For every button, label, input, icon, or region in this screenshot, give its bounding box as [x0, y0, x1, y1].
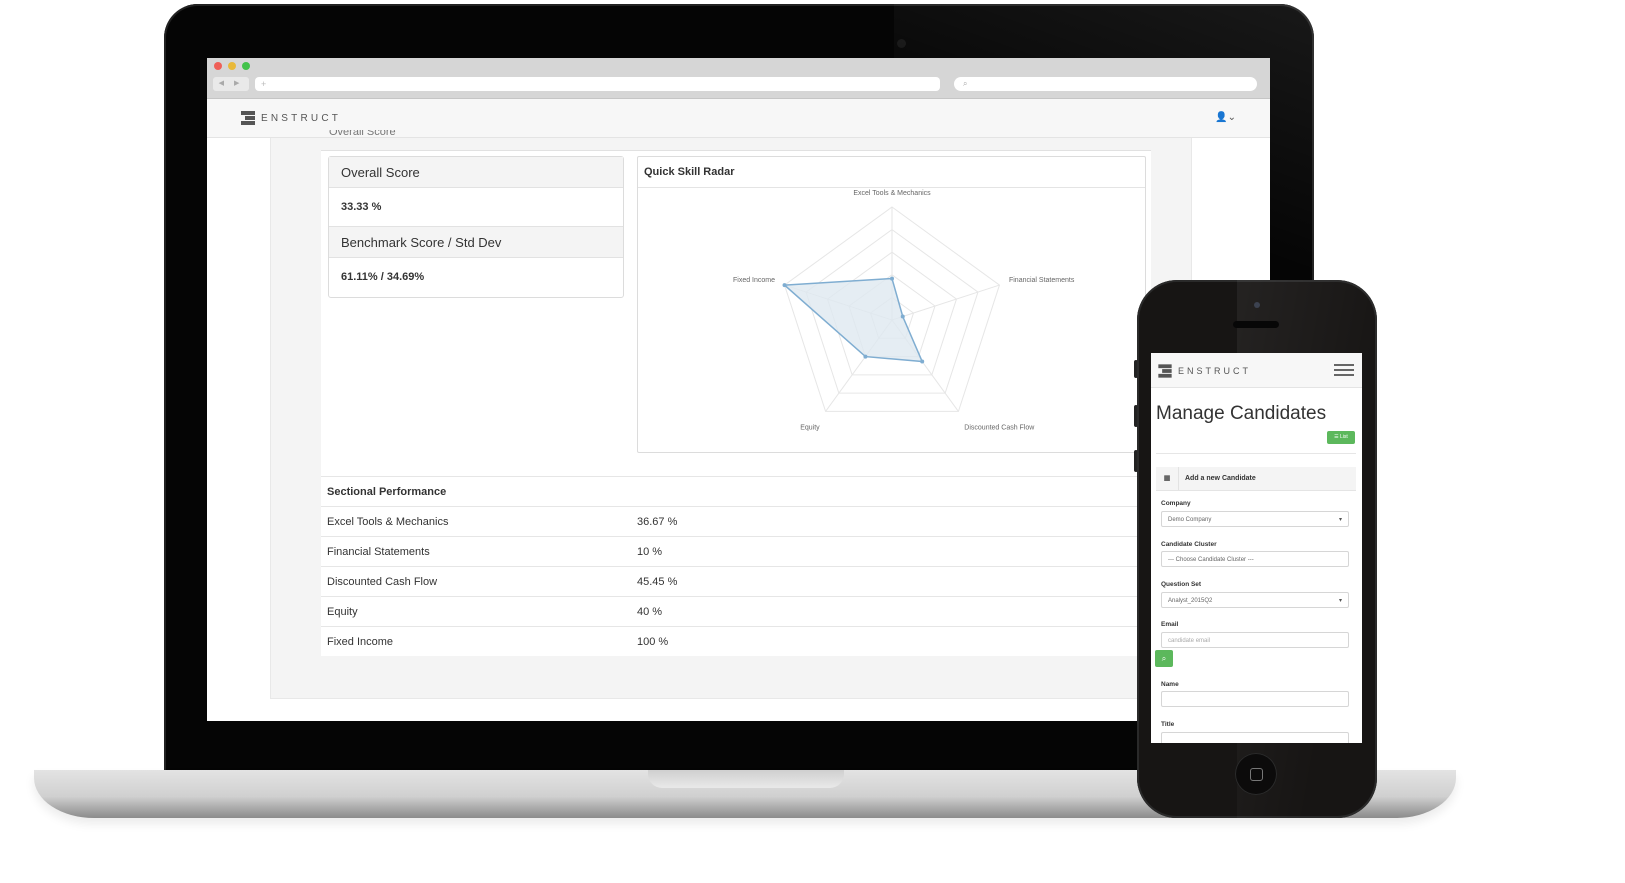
mobile-page-title: Manage Candidates [1156, 403, 1327, 424]
table-row: Discounted Cash Flow 45.45 % [321, 567, 1151, 597]
add-candidate-panel-header: ▦ Add a new Candidate [1156, 467, 1356, 491]
radar-panel: Quick Skill Radar Excel Tools & Mechanic… [637, 156, 1146, 453]
title-label: Title [1161, 721, 1175, 728]
phone-camera [1254, 302, 1260, 308]
name-input[interactable] [1161, 691, 1349, 707]
mobile-brand-name: ENSTRUCT [1178, 366, 1251, 376]
radar-chart: Excel Tools & Mechanics Financial Stateme… [733, 190, 1075, 432]
chevron-down-icon: ▾ [1338, 598, 1342, 604]
enstruct-logo-icon [1158, 364, 1172, 378]
name-label: Name [1161, 681, 1179, 688]
score-panel: Overall Score 33.33 % Benchmark Score / … [328, 156, 624, 298]
phone-screen: ENSTRUCT Manage Candidates ☰ List ▦ Add a… [1151, 353, 1362, 743]
section-score: 100 % [637, 635, 669, 648]
section-name: Discounted Cash Flow [327, 575, 438, 588]
email-input[interactable]: candidate email [1161, 632, 1349, 648]
company-label: Company [1161, 500, 1191, 507]
search-icon: ⌕ [963, 79, 968, 88]
divider [1156, 453, 1356, 454]
benchmark-score-value: 61.11% / 34.69% [341, 271, 425, 283]
table-row: Fixed Income 100 % [321, 627, 1151, 656]
close-window-button[interactable] [214, 62, 222, 70]
table-row: Equity 40 % [321, 597, 1151, 627]
radar-axis-label: Financial Statements [1009, 277, 1075, 284]
table-row: Excel Tools & Mechanics 36.67 % [321, 507, 1151, 537]
radar-data-point [863, 354, 868, 359]
section-score: 10 % [637, 545, 663, 558]
enstruct-logo-icon [241, 111, 255, 125]
radar-data-point [782, 283, 787, 288]
section-name: Equity [327, 605, 358, 618]
radar-data-point [920, 359, 925, 364]
candidate-cluster-value: --- Choose Candidate Cluster --- [1168, 557, 1254, 563]
overall-score-label: Overall Score [329, 157, 623, 188]
mobile-navbar: ENSTRUCT [1151, 353, 1362, 388]
radar-data-point [890, 276, 894, 281]
section-name: Fixed Income [327, 635, 394, 648]
question-set-select[interactable]: Analyst_2015Q2 ▾ [1161, 592, 1349, 608]
section-score: 45.45 % [637, 575, 678, 588]
sectional-performance-table: Sectional Performance Excel Tools & Mech… [321, 476, 1151, 656]
radar-data-point [900, 314, 905, 319]
table-header: Sectional Performance [321, 477, 1151, 507]
radar-axis-label: Fixed Income [733, 277, 775, 284]
section-name: Excel Tools & Mechanics [327, 515, 449, 528]
section-heading: Overall Score [329, 130, 396, 136]
radar-title: Quick Skill Radar [638, 157, 1145, 188]
benchmark-score-label: Benchmark Score / Std Dev [329, 226, 623, 258]
brand-logo-link[interactable]: ENSTRUCT [241, 111, 341, 125]
radar-spoke [891, 284, 1000, 321]
candidate-cluster-select[interactable]: --- Choose Candidate Cluster --- [1161, 551, 1349, 567]
question-set-label: Question Set [1161, 581, 1202, 588]
section-score: 40 % [637, 605, 663, 618]
phone-home-button[interactable] [1235, 753, 1277, 795]
chevron-down-icon: ▾ [1338, 517, 1342, 523]
address-bar[interactable]: + [255, 77, 940, 91]
hamburger-menu-icon[interactable] [1334, 364, 1354, 376]
laptop-screen: ◀ ▶ + ⌕ ENSTRUCT 👤⌄ Overall Score Overal… [207, 58, 1270, 721]
minimize-window-button[interactable] [228, 62, 236, 70]
browser-chrome: ◀ ▶ + ⌕ [207, 58, 1270, 99]
radar-axis-label: Equity [800, 425, 820, 432]
search-icon: ⌕ [1161, 654, 1167, 663]
email-label: Email [1161, 621, 1179, 628]
browser-search-bar[interactable]: ⌕ [954, 77, 1257, 91]
email-search-button[interactable]: ⌕ [1155, 650, 1173, 667]
grid-icon: ▦ [1156, 467, 1179, 490]
table-row: Financial Statements 10 % [321, 537, 1151, 567]
company-value: Demo Company [1168, 517, 1212, 523]
laptop-camera [897, 39, 906, 48]
list-button[interactable]: ☰ List [1327, 431, 1355, 444]
user-menu-dropdown[interactable]: 👤⌄ [1215, 112, 1236, 123]
overall-score-value: 33.33 % [341, 201, 382, 213]
section-score: 36.67 % [637, 515, 678, 528]
title-input[interactable] [1161, 732, 1349, 743]
section-name: Financial Statements [327, 545, 430, 558]
table-title: Sectional Performance [327, 485, 447, 498]
candidate-cluster-label: Candidate Cluster [1161, 541, 1217, 548]
phone-speaker [1233, 321, 1279, 328]
question-set-value: Analyst_2015Q2 [1168, 598, 1213, 604]
back-forward-buttons[interactable]: ◀ ▶ [213, 77, 249, 91]
mobile-brand-link[interactable]: ENSTRUCT [1158, 364, 1251, 378]
maximize-window-button[interactable] [242, 62, 250, 70]
brand-name: ENSTRUCT [261, 112, 342, 124]
radar-axis-label: Discounted Cash Flow [964, 425, 1035, 432]
laptop-notch [648, 770, 844, 788]
company-select[interactable]: Demo Company ▾ [1161, 511, 1349, 527]
radar-axis-label: Excel Tools & Mechanics [853, 190, 931, 197]
panel-title: Add a new Candidate [1185, 475, 1256, 482]
